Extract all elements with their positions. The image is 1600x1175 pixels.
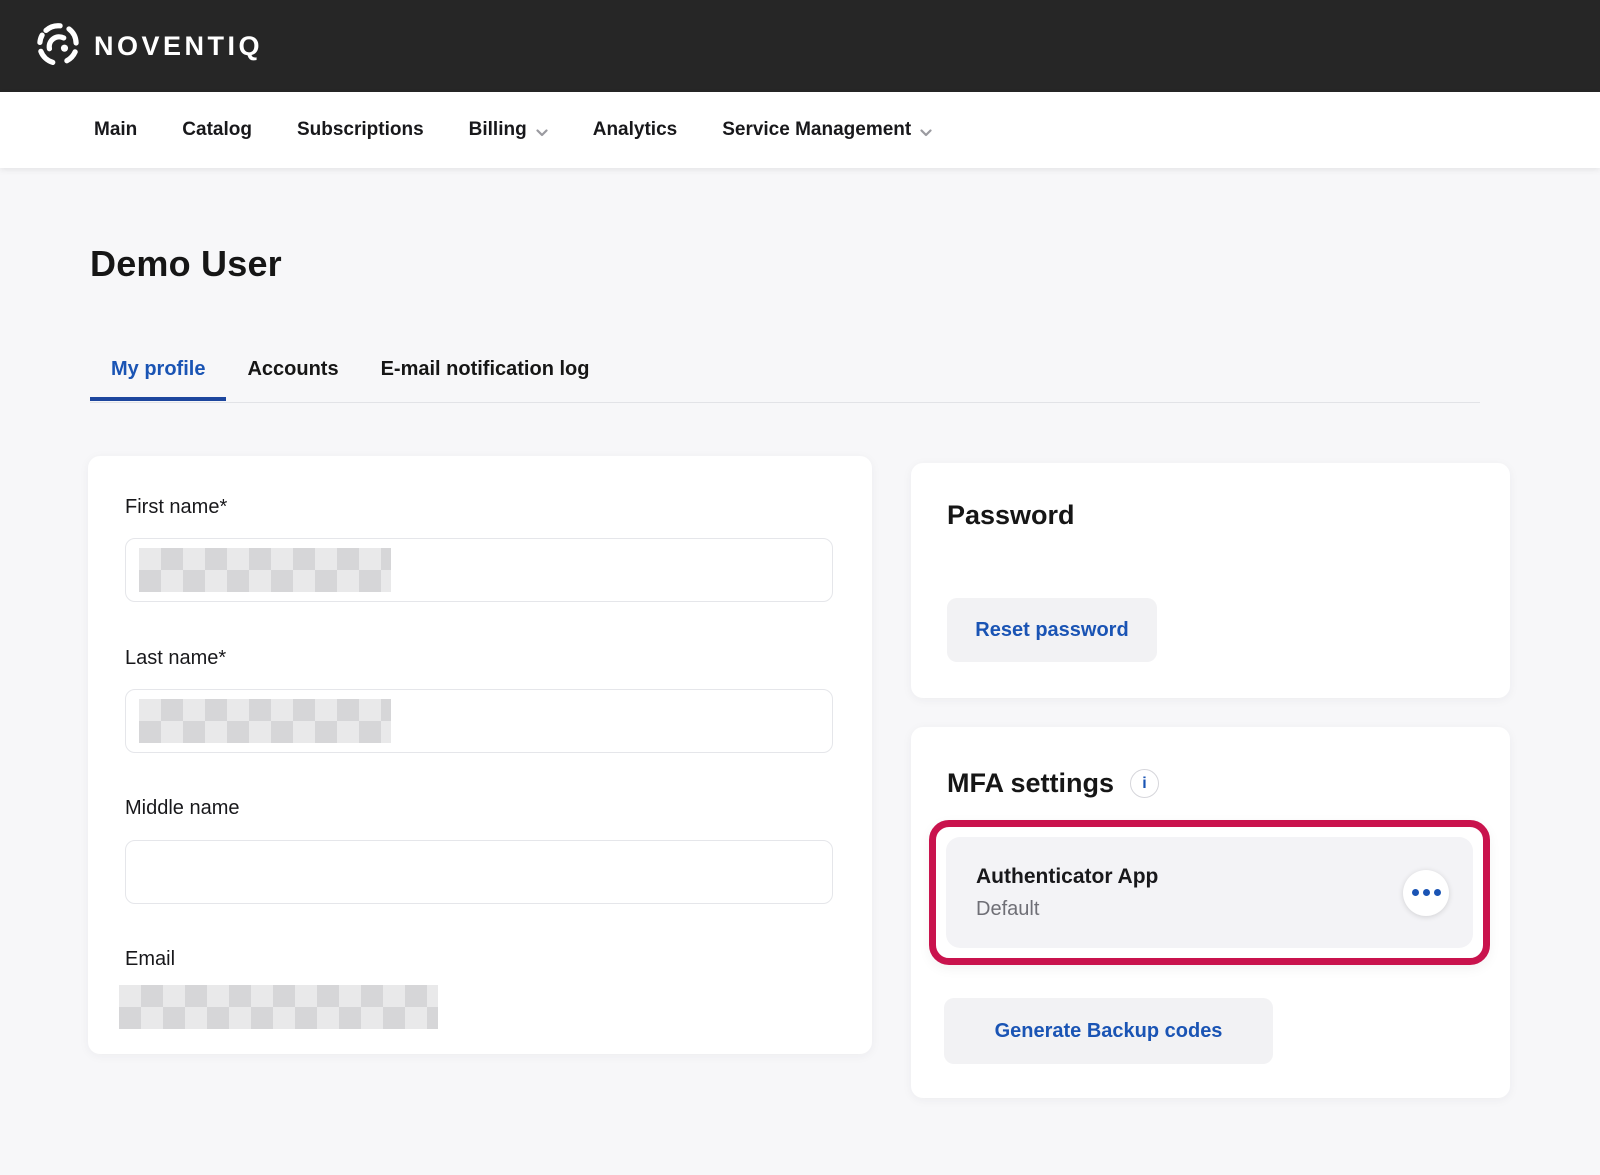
password-heading: Password [947, 500, 1075, 531]
mfa-method-name: Authenticator App [976, 865, 1158, 889]
mfa-method-menu-button[interactable] [1403, 870, 1449, 916]
ellipsis-icon [1423, 889, 1430, 896]
email-redacted-value [119, 985, 438, 1029]
nav-item-analytics[interactable]: Analytics [593, 119, 677, 141]
mfa-method-row: Authenticator App Default [946, 837, 1473, 948]
brand-name: NOVENTIQ [94, 31, 263, 62]
email-label: Email [125, 948, 175, 971]
redacted-value [139, 548, 391, 592]
app-header: NOVENTIQ [0, 0, 1600, 92]
mfa-method-highlight-box: Authenticator App Default [929, 820, 1490, 965]
middle-name-label: Middle name [125, 797, 240, 820]
tabs: My profile Accounts E-mail notification … [90, 358, 610, 401]
ellipsis-icon [1412, 889, 1419, 896]
nav-item-service-management[interactable]: Service Management [722, 118, 932, 143]
nav-item-main[interactable]: Main [94, 119, 137, 141]
middle-name-input[interactable] [125, 840, 833, 904]
generate-backup-codes-button[interactable]: Generate Backup codes [944, 998, 1273, 1064]
nav-item-billing[interactable]: Billing [469, 118, 548, 143]
brand: NOVENTIQ [35, 21, 263, 72]
mfa-method-status: Default [976, 898, 1158, 921]
ellipsis-icon [1434, 889, 1441, 896]
last-name-label: Last name* [125, 647, 226, 670]
nav-item-subscriptions[interactable]: Subscriptions [297, 119, 424, 141]
mfa-method-texts: Authenticator App Default [976, 865, 1158, 921]
mfa-heading: MFA settings [947, 768, 1114, 799]
main-nav: Main Catalog Subscriptions Billing Analy… [0, 92, 1600, 168]
tab-my-profile[interactable]: My profile [90, 358, 226, 401]
info-icon[interactable]: i [1130, 769, 1159, 798]
first-name-label: First name* [125, 496, 227, 519]
profile-form-card: First name* Last name* Middle name Email [88, 456, 872, 1054]
password-card: Password Reset password [911, 463, 1510, 698]
page: NOVENTIQ Main Catalog Subscriptions Bill… [0, 0, 1600, 1175]
chevron-down-icon [920, 121, 932, 143]
noventiq-logo-icon [35, 21, 81, 72]
page-title: Demo User [90, 243, 282, 285]
tab-accounts[interactable]: Accounts [226, 358, 359, 401]
tab-email-notification-log[interactable]: E-mail notification log [360, 358, 611, 401]
nav-item-catalog[interactable]: Catalog [182, 119, 252, 141]
first-name-input[interactable] [125, 538, 833, 602]
reset-password-button[interactable]: Reset password [947, 598, 1157, 662]
chevron-down-icon [536, 121, 548, 143]
tabs-divider [90, 402, 1480, 403]
mfa-heading-row: MFA settings i [947, 768, 1159, 799]
redacted-value [139, 699, 391, 743]
last-name-input[interactable] [125, 689, 833, 753]
mfa-card: MFA settings i Authenticator App Default… [911, 727, 1510, 1098]
